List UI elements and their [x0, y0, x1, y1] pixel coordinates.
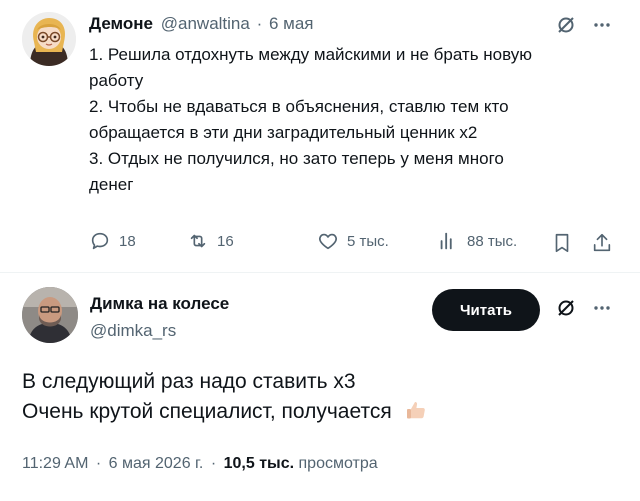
- tweet-line: работу: [89, 71, 144, 90]
- separator: ·: [95, 455, 102, 472]
- retweet-button[interactable]: 16: [187, 230, 234, 252]
- tweet-2: Димка на колесе @dimka_rs Читать В следу…: [0, 273, 640, 501]
- tweet-line: Очень крутой специалист, получается: [22, 397, 622, 431]
- handle[interactable]: @anwaltina: [161, 14, 250, 33]
- like-icon: [319, 233, 337, 250]
- views-count: 88 тыс.: [467, 232, 518, 250]
- tweet-2-text: В следующий раз надо ставить х3 Очень кр…: [22, 367, 622, 431]
- tweet-1-actions: 18 16 5 тыс. 88 тыс.: [89, 230, 619, 256]
- bookmark-icon: [555, 233, 569, 253]
- tweet-time[interactable]: 11:29 AM: [22, 455, 88, 472]
- more-icon[interactable]: [590, 14, 614, 36]
- thumbs-up-emoji: [404, 398, 428, 431]
- separator: ·: [210, 455, 217, 472]
- handle[interactable]: @dimka_rs: [90, 319, 229, 343]
- grok-icon[interactable]: [555, 297, 577, 319]
- like-button[interactable]: 5 тыс.: [317, 230, 389, 252]
- display-name[interactable]: Демоне: [89, 14, 153, 33]
- grok-icon[interactable]: [555, 14, 577, 36]
- avatar-dimka[interactable]: [22, 287, 78, 343]
- tweet-1-header: Демоне @anwaltina · 6 мая: [89, 14, 314, 34]
- separator: ·: [256, 14, 263, 33]
- views-button[interactable]: 88 тыс.: [437, 230, 517, 252]
- tweet-date[interactable]: 6 мая 2026 г.: [109, 455, 204, 472]
- tweet-date[interactable]: 6 мая: [269, 14, 314, 33]
- tweet-line: 2. Чтобы не вдаваться в объяснения, став…: [89, 97, 509, 116]
- display-name[interactable]: Димка на колесе: [90, 293, 229, 315]
- tweet-2-author: Димка на колесе @dimka_rs: [90, 293, 229, 343]
- bookmark-button[interactable]: [549, 230, 575, 256]
- views-label: просмотра: [298, 455, 378, 472]
- reply-count: 18: [119, 232, 136, 250]
- more-icon[interactable]: [590, 297, 614, 319]
- retweet-count: 16: [217, 232, 234, 250]
- avatar-photo: [22, 287, 78, 343]
- tweet-line: 3. Отдых не получился, но зато теперь у …: [89, 149, 504, 168]
- tweet-line: 1. Решила отдохнуть между майскими и не …: [89, 45, 533, 64]
- views-icon: [440, 232, 452, 250]
- retweet-icon: [190, 234, 206, 248]
- share-button[interactable]: [589, 230, 615, 256]
- avatar-illustration: [22, 12, 76, 66]
- tweet-1-text: 1. Решила отдохнуть между майскими и не …: [89, 42, 629, 198]
- avatar-anwaltina[interactable]: [22, 12, 76, 66]
- tweet-1: Демоне @anwaltina · 6 мая 1. Решила отдо…: [0, 0, 640, 270]
- follow-button[interactable]: Читать: [432, 289, 540, 331]
- like-count: 5 тыс.: [347, 232, 389, 250]
- tweet-2-meta: 11:29 AM · 6 мая 2026 г. · 10,5 тыс. про…: [22, 455, 378, 473]
- reply-icon: [91, 232, 109, 250]
- tweet-line: денег: [89, 175, 134, 194]
- tweet-line: В следующий раз надо ставить х3: [22, 370, 356, 393]
- views-count: 10,5 тыс.: [223, 455, 295, 472]
- reply-button[interactable]: 18: [89, 230, 136, 252]
- tweet-line: обращается в эти дни заградительный ценн…: [89, 123, 478, 142]
- share-icon: [593, 233, 611, 252]
